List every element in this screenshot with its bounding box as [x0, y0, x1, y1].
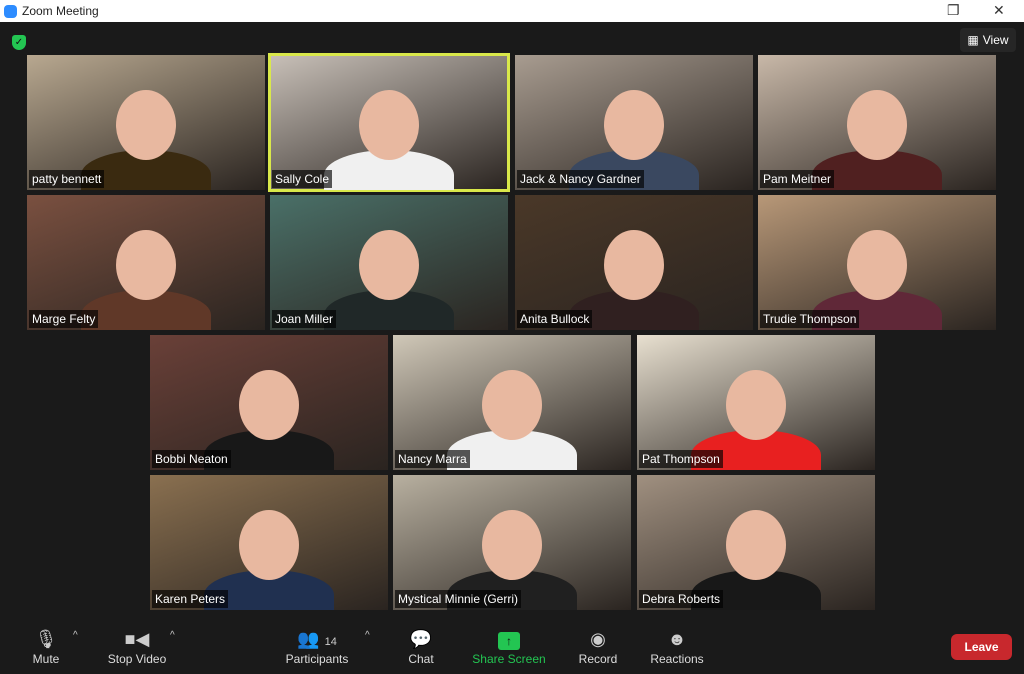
grid-icon: ▦ [967, 33, 979, 47]
participant-name: patty bennett [29, 170, 105, 188]
view-button[interactable]: ▦ View [960, 28, 1016, 52]
participant-name: Pat Thompson [639, 450, 723, 468]
participant-video-tile[interactable]: patty bennett [27, 55, 265, 190]
microphone-icon: 🎙 [34, 629, 58, 649]
participant-face [847, 90, 907, 160]
participant-face [726, 370, 786, 440]
participant-video-tile[interactable]: Jack & Nancy Gardner [515, 55, 753, 190]
participant-face [239, 370, 299, 440]
participant-face [604, 90, 664, 160]
reactions-button[interactable]: ☻ Reactions [648, 626, 706, 666]
participant-face [359, 230, 419, 300]
record-button[interactable]: ◉ Record [576, 626, 620, 666]
participant-face [604, 230, 664, 300]
share-screen-icon: ↑ [498, 632, 520, 650]
participant-name: Sally Cole [272, 170, 333, 188]
stop-video-button[interactable]: ■◀ Stop Video [104, 626, 170, 666]
participant-name: Mystical Minnie (Gerri) [395, 590, 522, 608]
participant-video-tile[interactable]: Trudie Thompson [758, 195, 996, 330]
participant-video-tile[interactable]: Joan Miller [270, 195, 508, 330]
participant-count: 14 [324, 636, 337, 648]
meeting-toolbar: 🎙 Mute ^ ■◀ Stop Video ^ 👥 14 Participants … [0, 620, 1024, 674]
participant-video-tile[interactable]: Pam Meitner [758, 55, 996, 190]
participants-options-caret[interactable]: ^ [365, 630, 370, 641]
participant-video-tile[interactable]: Sally Cole [268, 53, 510, 192]
participant-name: Jack & Nancy Gardner [517, 170, 644, 188]
participant-name: Pam Meitner [760, 170, 835, 188]
participant-video-tile[interactable]: Nancy Marra [393, 335, 631, 470]
participant-name: Nancy Marra [395, 450, 470, 468]
participant-face [116, 230, 176, 300]
participant-name: Debra Roberts [639, 590, 724, 608]
participant-face [726, 510, 786, 580]
participant-video-tile[interactable]: Anita Bullock [515, 195, 753, 330]
close-icon[interactable]: ✕ [993, 2, 1005, 19]
participant-name: Anita Bullock [517, 310, 593, 328]
participant-face [482, 370, 542, 440]
reactions-label: Reactions [650, 652, 704, 666]
participant-face [359, 90, 419, 160]
security-shield-icon[interactable]: ✓ [12, 35, 26, 50]
participant-face [847, 230, 907, 300]
chat-label: Chat [408, 652, 434, 666]
participant-name: Marge Felty [29, 310, 99, 328]
share-screen-label: Share Screen [472, 652, 546, 666]
participants-icon: 👥 [297, 629, 320, 649]
mute-button[interactable]: 🎙 Mute [26, 626, 66, 666]
stop-video-label: Stop Video [107, 652, 167, 666]
leave-button[interactable]: Leave [951, 634, 1012, 660]
participant-name: Joan Miller [272, 310, 337, 328]
view-label: View [982, 33, 1009, 47]
participant-video-tile[interactable]: Pat Thompson [637, 335, 875, 470]
participant-video-tile[interactable]: Karen Peters [150, 475, 388, 610]
zoom-logo-icon [4, 4, 17, 18]
participant-video-tile[interactable]: Mystical Minnie (Gerri) [393, 475, 631, 610]
mute-label: Mute [32, 652, 60, 666]
participant-name: Karen Peters [152, 590, 229, 608]
participant-video-tile[interactable]: Bobbi Neaton [150, 335, 388, 470]
video-options-caret[interactable]: ^ [170, 630, 175, 641]
smiley-plus-icon: ☻ [667, 629, 687, 649]
participants-button[interactable]: 👥 14 Participants [282, 626, 352, 666]
audio-options-caret[interactable]: ^ [73, 630, 78, 641]
participant-name: Trudie Thompson [760, 310, 860, 328]
record-icon: ◉ [590, 629, 606, 649]
share-screen-button[interactable]: ↑ Share Screen [470, 626, 548, 666]
participant-face [116, 90, 176, 160]
participant-video-tile[interactable]: Debra Roberts [637, 475, 875, 610]
window-title: Zoom Meeting [22, 4, 99, 18]
participants-label: Participants [285, 652, 349, 666]
participant-face [239, 510, 299, 580]
video-camera-icon: ■◀ [124, 629, 150, 649]
chat-button[interactable]: 💬 Chat [404, 626, 438, 666]
title-bar: Zoom Meeting ❐ ✕ [0, 0, 1024, 22]
participant-face [482, 510, 542, 580]
record-label: Record [578, 652, 618, 666]
restore-icon[interactable]: ❐ [947, 2, 960, 19]
chat-bubble-icon: 💬 [409, 629, 433, 649]
participant-video-tile[interactable]: Marge Felty [27, 195, 265, 330]
participant-name: Bobbi Neaton [152, 450, 231, 468]
